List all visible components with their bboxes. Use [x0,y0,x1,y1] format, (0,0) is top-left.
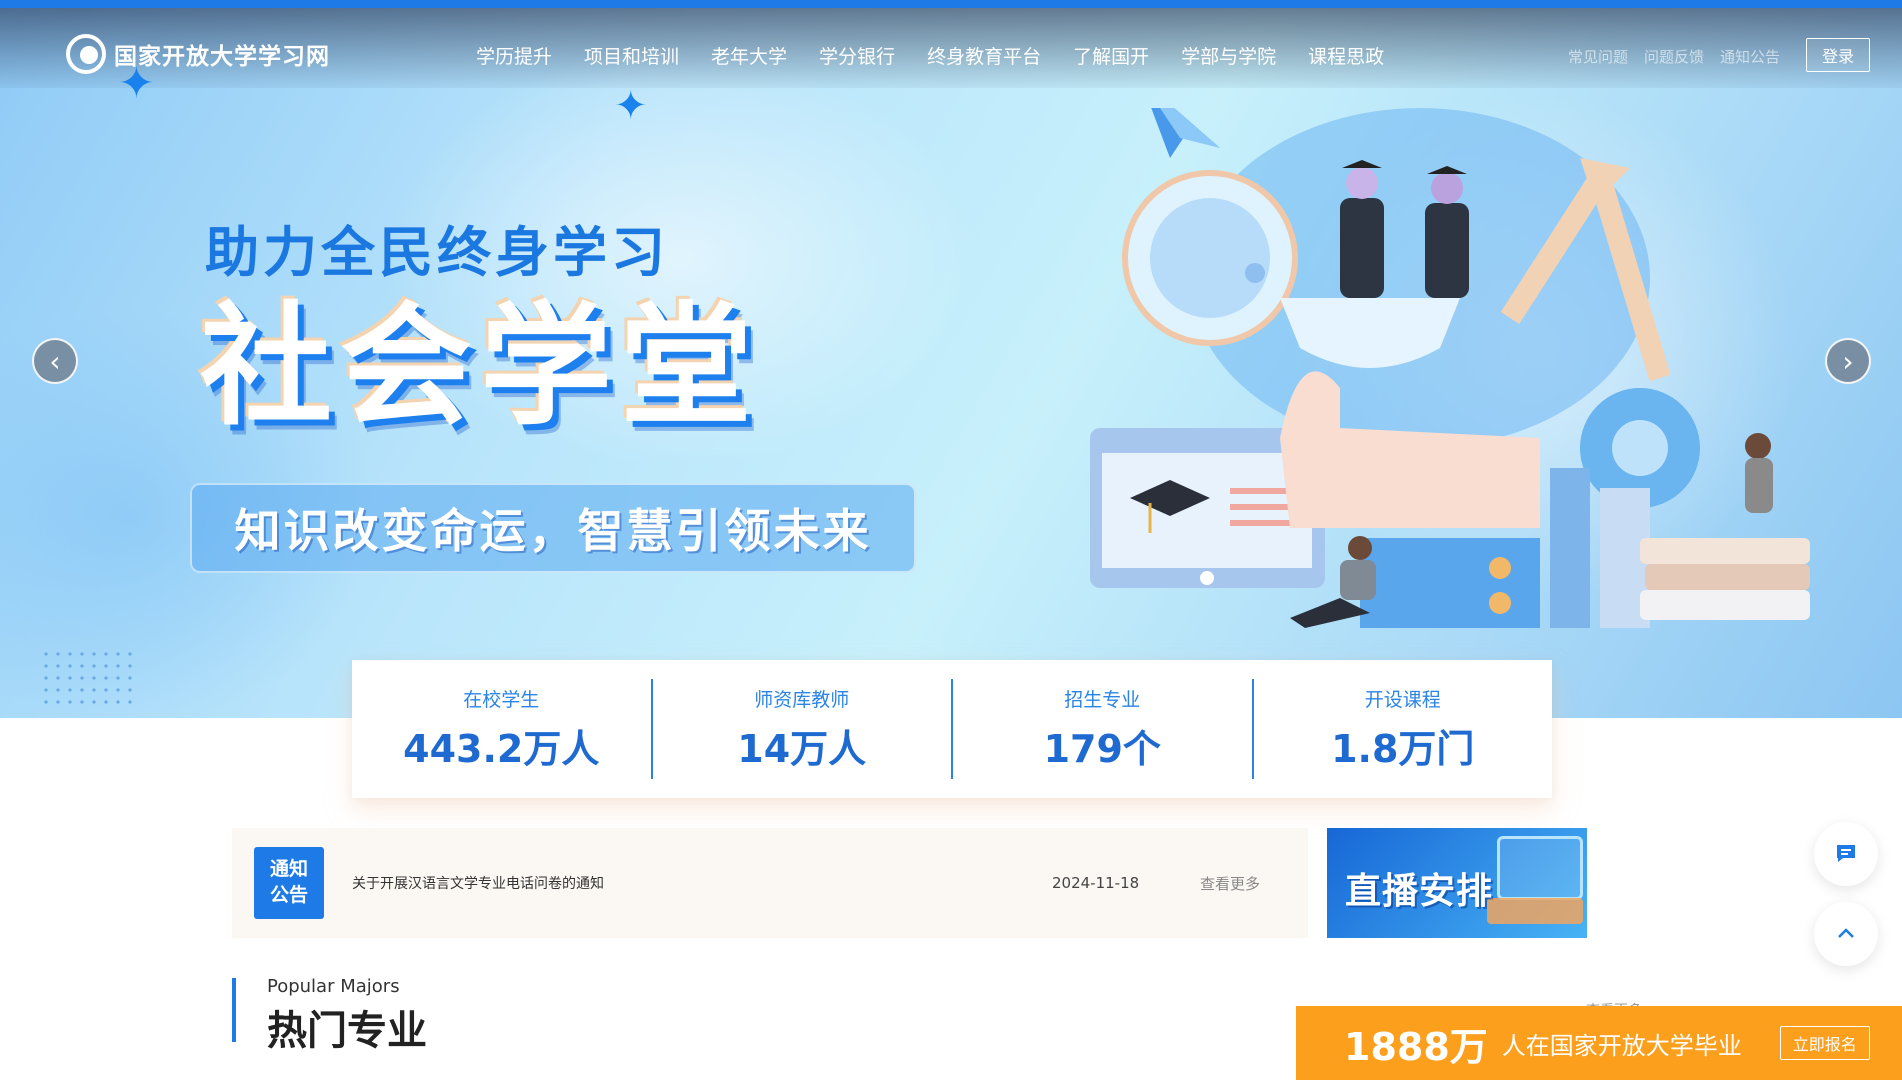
hero-tagline-box: 知识改变命运，智慧引领未来 [190,483,916,573]
utility-links: 常见问题 问题反馈 通知公告 [1560,46,1788,67]
nav-item-lifelong-platform[interactable]: 终身教育平台 [911,42,1057,69]
faq-link[interactable]: 常见问题 [1560,46,1636,67]
graduate-count: 1888万 [1344,1024,1488,1069]
screen-icon [1497,836,1583,900]
stat-value: 14万人 [737,727,867,771]
chevron-right-icon: › [1842,344,1854,378]
chevron-left-icon: ‹ [49,344,61,378]
site-logo[interactable]: 国家开放大学学习网 [66,34,330,74]
education-illustration [1040,78,1860,668]
chat-icon [1837,845,1855,862]
notice-bar: 通知 公告 关于开展汉语言文学专业电话问卷的通知 2024-11-18 查看更多 [232,828,1308,938]
logo-text: 国家开放大学学习网 [114,44,330,70]
stat-courses: 开设课程 1.8万门 [1251,679,1553,779]
main-nav: 学历提升 项目和培训 老年大学 学分银行 终身教育平台 了解国开 学部与学院 课… [460,42,1400,69]
stats-panel: 在校学生 443.2万人 师资库教师 14万人 招生专业 179个 开设课程 1… [352,660,1552,798]
nav-item-course-ideology[interactable]: 课程思政 [1292,42,1400,69]
carousel-next-button[interactable]: › [1825,338,1871,384]
nav-item-about[interactable]: 了解国开 [1057,42,1165,69]
feedback-link[interactable]: 问题反馈 [1636,46,1712,67]
nav-item-degree[interactable]: 学历提升 [460,42,568,69]
stat-value: 179个 [1043,727,1161,771]
section-subtitle: Popular Majors [267,976,400,997]
chevron-up-icon [1838,928,1854,938]
stat-label: 开设课程 [1364,689,1441,711]
nav-item-projects[interactable]: 项目和培训 [568,42,695,69]
live-title: 直播安排 [1345,871,1494,912]
notice-title-link[interactable]: 关于开展汉语言文学专业电话问卷的通知 [352,873,1052,893]
logo-icon [66,34,106,74]
top-accent-bar [0,0,1902,8]
hero-title: 社会学堂 [200,290,760,444]
stat-label: 招生专业 [1064,689,1141,711]
stat-value: 443.2万人 [403,727,600,771]
hero-slogan: 助力全民终身学习 [205,221,669,284]
section-title: 热门专业 [267,1008,427,1054]
enroll-now-button[interactable]: 立即报名 [1779,1026,1870,1060]
stat-students: 在校学生 443.2万人 [352,679,651,779]
stat-majors: 招生专业 179个 [951,679,1252,779]
stat-value: 1.8万门 [1331,727,1475,771]
login-button[interactable]: 登录 [1806,38,1870,72]
carousel-prev-button[interactable]: ‹ [32,338,78,384]
enroll-banner: 1888万 人在国家开放大学毕业 立即报名 [1296,1006,1902,1080]
stat-label: 师资库教师 [754,689,850,711]
sparkle-icon: ✦ [614,83,648,129]
chat-button[interactable] [1814,822,1878,886]
nav-item-credit-bank[interactable]: 学分银行 [803,42,911,69]
hero-tagline: 知识改变命运，智慧引领未来 [234,504,872,558]
back-to-top-button[interactable] [1814,902,1878,966]
stat-label: 在校学生 [463,689,540,711]
hero-banner[interactable]: ✦ ✦ 助力全民终身学习 社会学堂 知识改变命运，智慧引领未来 国家开放大学学习… [0,8,1902,718]
stat-teachers: 师资库教师 14万人 [650,679,952,779]
notice-date: 2024-11-18 [1052,874,1140,892]
dot-pattern [40,648,140,708]
nav-item-senior-university[interactable]: 老年大学 [695,42,803,69]
announcements-link[interactable]: 通知公告 [1712,46,1788,67]
graduate-text: 人在国家开放大学毕业 [1501,1031,1742,1060]
notice-more-link[interactable]: 查看更多 [1200,873,1260,894]
section-accent-bar [232,978,236,1042]
notice-badge: 通知 公告 [254,847,324,919]
nav-item-schools[interactable]: 学部与学院 [1165,42,1292,69]
live-schedule-banner[interactable]: 直播安排 [1327,828,1587,938]
